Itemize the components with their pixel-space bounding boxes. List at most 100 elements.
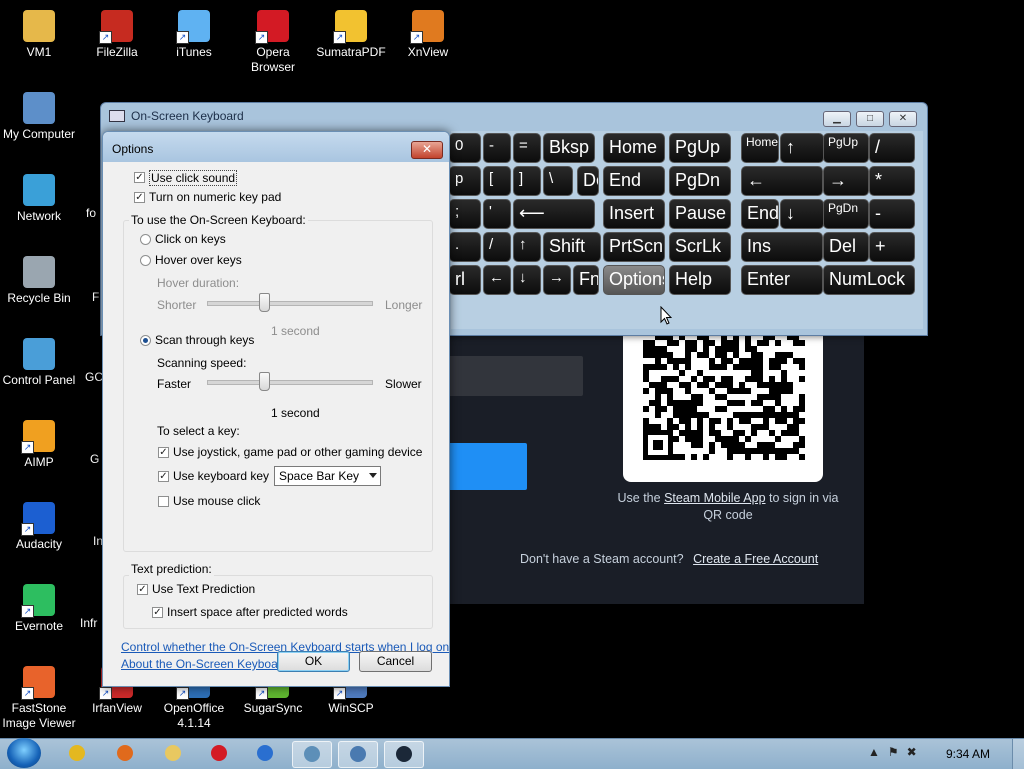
hover-over-keys-radio[interactable]: [140, 255, 151, 266]
keyboard-key-checkbox[interactable]: ✓: [158, 471, 169, 482]
key-open-bracket[interactable]: [: [483, 166, 511, 196]
scan-keys-label[interactable]: Scan through keys: [155, 333, 254, 347]
opera-taskbar-button[interactable]: [200, 741, 238, 766]
tool-taskbar-button[interactable]: [292, 741, 332, 768]
maximize-button[interactable]: □: [856, 111, 884, 127]
mouse-click-label[interactable]: Use mouse click: [173, 494, 260, 508]
insert-space-label[interactable]: Insert space after predicted words: [167, 605, 348, 619]
click-on-keys-radio[interactable]: [140, 234, 151, 245]
desktop-icon[interactable]: ↗ SumatraPDF: [312, 4, 390, 60]
key-pgup[interactable]: PgUp: [669, 133, 731, 163]
key-period[interactable]: .: [449, 232, 481, 262]
numpad-divide[interactable]: /: [869, 133, 915, 163]
key-enter[interactable]: ⟵: [513, 199, 595, 229]
numeric-pad-label[interactable]: Turn on numeric key pad: [149, 190, 281, 204]
numpad-enter[interactable]: Enter: [741, 265, 823, 295]
key-slash[interactable]: /: [483, 232, 511, 262]
key-help[interactable]: Help: [669, 265, 731, 295]
key-right[interactable]: →: [543, 265, 571, 295]
taskbar-clock[interactable]: 9:34 AM: [946, 747, 990, 761]
numpad-pgup[interactable]: PgUp: [823, 133, 869, 163]
key-end[interactable]: End: [603, 166, 665, 196]
click-sound-label[interactable]: Use click sound: [149, 170, 238, 186]
joystick-label[interactable]: Use joystick, game pad or other gaming d…: [173, 445, 422, 459]
cancel-button[interactable]: Cancel: [359, 651, 432, 672]
show-hidden-icons-icon[interactable]: ▲: [868, 745, 888, 759]
key-pgdn[interactable]: PgDn: [669, 166, 731, 196]
key-minus[interactable]: -: [483, 133, 511, 163]
explorer-taskbar-button[interactable]: [154, 741, 192, 766]
desktop-icon[interactable]: ↗ AIMP: [0, 414, 78, 470]
numpad-del[interactable]: Del: [823, 232, 869, 262]
desktop-icon[interactable]: ↗ Evernote: [0, 578, 78, 634]
key-p[interactable]: p: [449, 166, 481, 196]
minimize-button[interactable]: ▁: [823, 111, 851, 127]
desktop-icon[interactable]: ↗ XnView: [389, 4, 467, 60]
hover-over-keys-label[interactable]: Hover over keys: [155, 253, 242, 267]
click-sound-checkbox[interactable]: ✓: [134, 172, 145, 183]
numpad-up[interactable]: ↑: [780, 133, 824, 163]
key-left[interactable]: ←: [483, 265, 511, 295]
key-del[interactable]: Del: [577, 166, 599, 196]
action-center-icon[interactable]: ⚑: [888, 745, 907, 759]
key-close-bracket[interactable]: ]: [513, 166, 541, 196]
click-on-keys-label[interactable]: Click on keys: [155, 232, 226, 246]
scan-slider-thumb[interactable]: [259, 372, 271, 391]
key-semicolon[interactable]: ;: [449, 199, 481, 229]
about-osk-link[interactable]: About the On-Screen Keyboard: [121, 657, 288, 671]
desktop-icon[interactable]: Control Panel: [0, 332, 78, 388]
numpad-plus[interactable]: +: [869, 232, 915, 262]
key-fn[interactable]: Fn: [573, 265, 599, 295]
key-backslash[interactable]: \: [543, 166, 573, 196]
numpad-multiply[interactable]: *: [869, 166, 915, 196]
numpad-ins[interactable]: Ins: [741, 232, 823, 262]
key-pause[interactable]: Pause: [669, 199, 731, 229]
text-prediction-checkbox[interactable]: ✓: [137, 584, 148, 595]
keyboard-key-select[interactable]: Space Bar Key: [274, 466, 381, 486]
key-home[interactable]: Home: [603, 133, 665, 163]
key-up[interactable]: ↑: [513, 232, 541, 262]
desktop-icon[interactable]: Network: [0, 168, 78, 224]
key-options[interactable]: Options: [603, 265, 665, 295]
create-account-link[interactable]: Create a Free Account: [693, 552, 818, 566]
scan-keys-radio[interactable]: [140, 335, 151, 346]
steam-password-field[interactable]: [430, 356, 583, 396]
key-numlock[interactable]: NumLock: [823, 265, 915, 295]
options-close-button[interactable]: ✕: [411, 141, 443, 159]
desktop-icon[interactable]: ↗ FastStone Image Viewer: [0, 660, 78, 731]
key-ctrl[interactable]: rl: [449, 265, 481, 295]
desktop-icon[interactable]: ↗ Opera Browser: [234, 4, 312, 75]
key-quote[interactable]: ': [483, 199, 511, 229]
chrome-taskbar-button[interactable]: [58, 741, 96, 766]
start-button[interactable]: [7, 738, 41, 768]
key-down[interactable]: ↓: [513, 265, 541, 295]
desktop-icon[interactable]: VM1: [0, 4, 78, 60]
app-taskbar-button[interactable]: [246, 741, 284, 766]
steam-taskbar-button[interactable]: [384, 741, 424, 768]
steam-mobile-app-link[interactable]: Steam Mobile App: [664, 491, 765, 505]
numpad-left[interactable]: ←: [741, 166, 823, 196]
close-button[interactable]: ✕: [889, 111, 917, 127]
keyboard-key-label[interactable]: Use keyboard key: [173, 469, 269, 483]
insert-space-checkbox[interactable]: ✓: [152, 607, 163, 618]
numpad-minus[interactable]: -: [869, 199, 915, 229]
desktop-icon[interactable]: ↗ Audacity: [0, 496, 78, 552]
key-equals[interactable]: =: [513, 133, 541, 163]
numpad-right[interactable]: →: [823, 166, 869, 196]
key-shift[interactable]: Shift: [543, 232, 601, 262]
show-desktop-button[interactable]: [1012, 739, 1024, 769]
text-prediction-label[interactable]: Use Text Prediction: [152, 582, 255, 596]
key-prtscn[interactable]: PrtScn: [603, 232, 665, 262]
volume-muted-icon[interactable]: ✖: [907, 745, 925, 759]
key-backspace[interactable]: Bksp: [543, 133, 595, 163]
osk-taskbar-button[interactable]: [338, 741, 378, 768]
scan-speed-slider[interactable]: [207, 380, 373, 385]
desktop-icon[interactable]: ↗ iTunes: [155, 4, 233, 60]
key-0[interactable]: 0: [449, 133, 481, 163]
numpad-end[interactable]: End: [741, 199, 779, 229]
key-insert[interactable]: Insert: [603, 199, 665, 229]
key-scrlk[interactable]: ScrLk: [669, 232, 731, 262]
desktop-icon[interactable]: My Computer: [0, 86, 78, 142]
numeric-pad-checkbox[interactable]: ✓: [134, 192, 145, 203]
mouse-click-checkbox[interactable]: [158, 496, 169, 507]
